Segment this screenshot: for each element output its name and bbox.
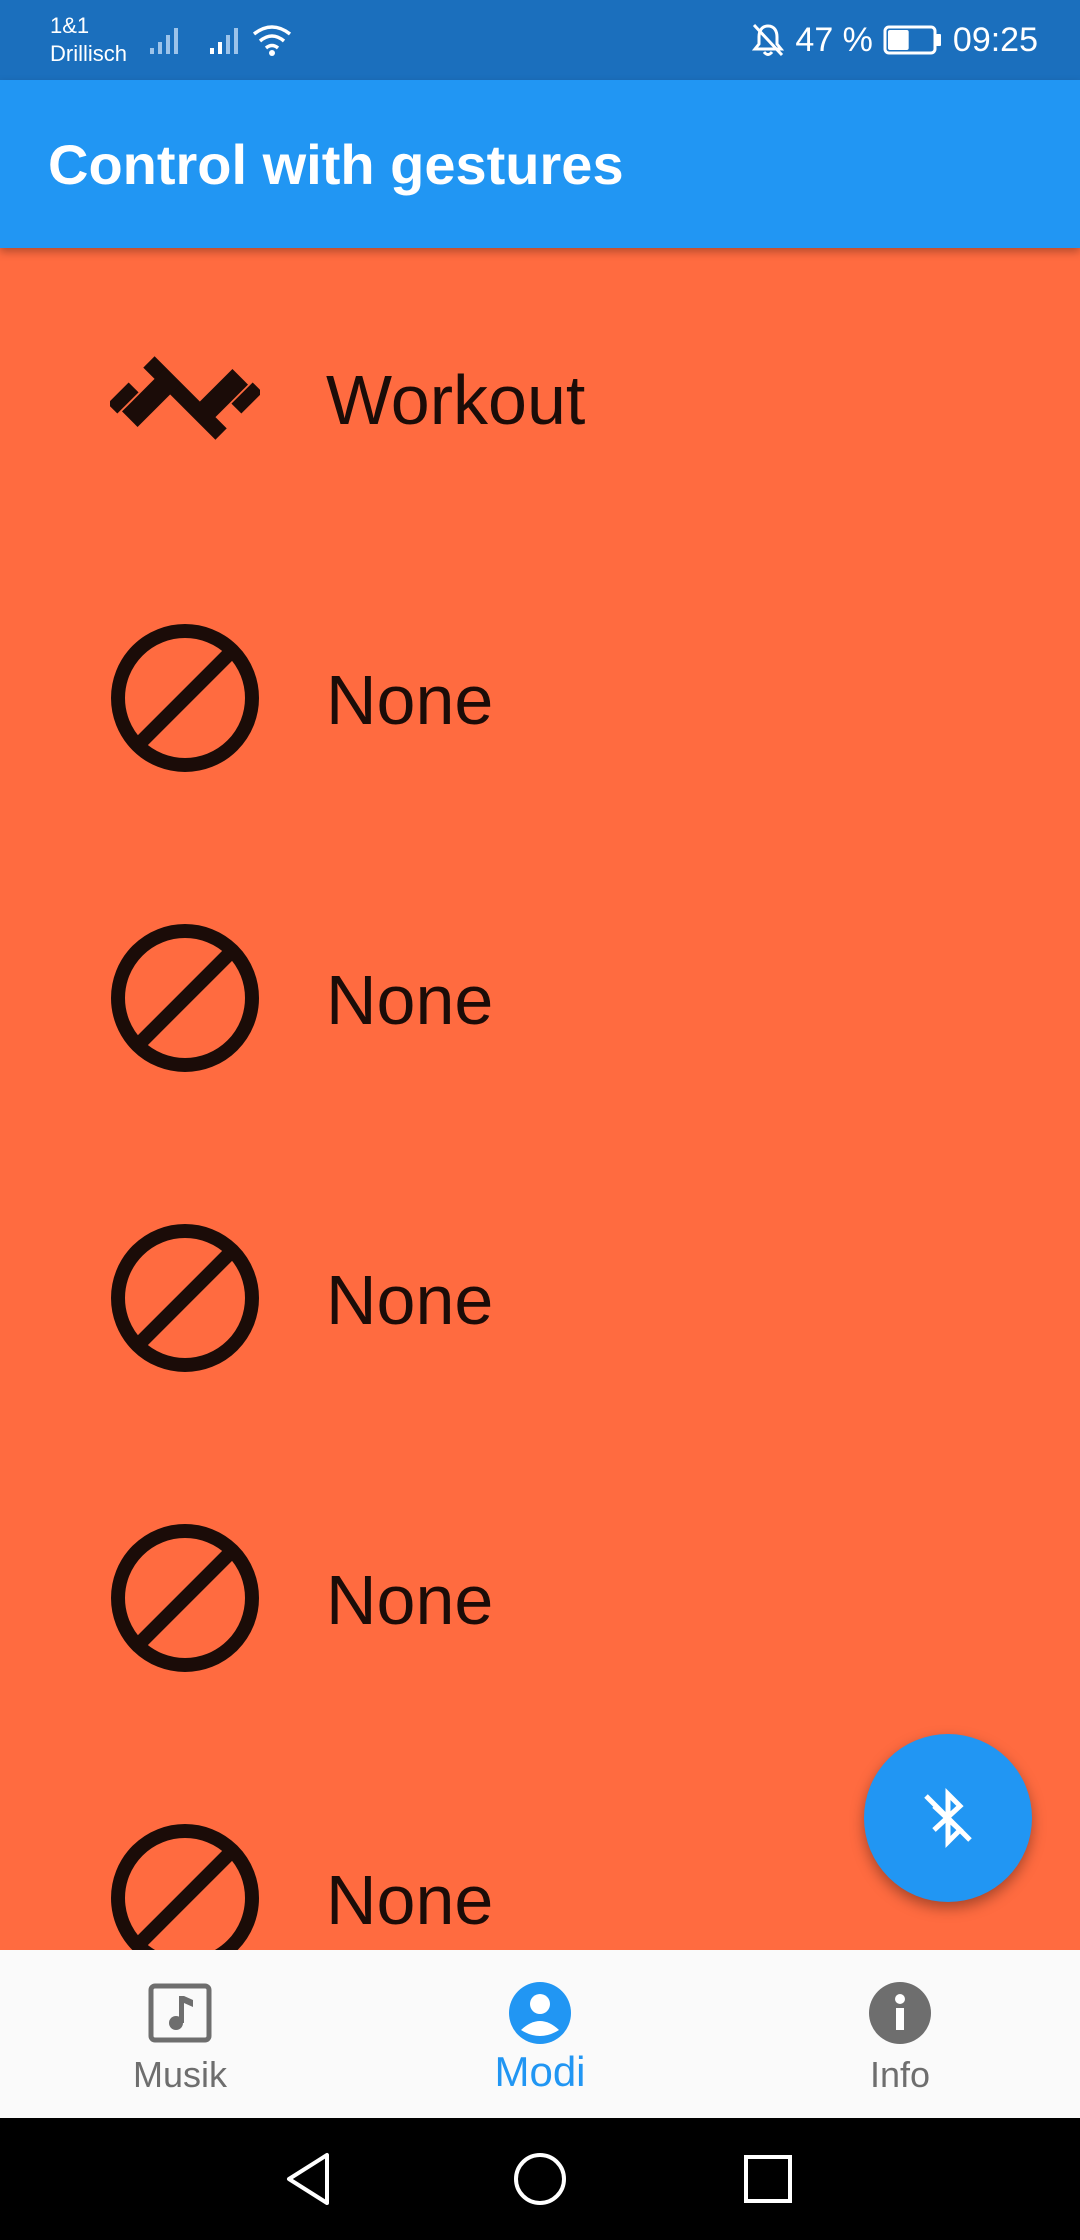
block-icon — [111, 924, 259, 1072]
recents-icon[interactable] — [736, 2147, 800, 2211]
mode-label: Workout — [326, 361, 586, 439]
mode-label: None — [326, 961, 494, 1039]
clock: 09:25 — [952, 20, 1038, 59]
nav-label: Info — [869, 2054, 931, 2095]
status-right: 47 % 09:25 — [751, 18, 1038, 62]
block-icon — [111, 1524, 259, 1672]
mode-label: None — [326, 661, 494, 739]
block-icon — [111, 624, 259, 772]
music-note-icon — [148, 1983, 212, 2043]
system-navigation-bar — [0, 2118, 1080, 2240]
battery-icon — [883, 25, 941, 55]
home-icon[interactable] — [508, 2147, 572, 2211]
mode-item-none[interactable]: None — [0, 1448, 1080, 1748]
account-circle-icon — [509, 1982, 571, 2044]
mode-list: Workout None None None None None — [0, 248, 1080, 1950]
bell-off-icon — [752, 23, 785, 57]
mode-item-workout[interactable]: Workout — [0, 248, 1080, 548]
block-icon — [111, 1224, 259, 1372]
mode-label: None — [326, 1261, 494, 1339]
battery-percent: 47 % — [795, 20, 873, 59]
status-bar: 1&1 Drillisch 47 % 09:25 — [0, 0, 1080, 80]
mode-item-none[interactable]: None — [0, 548, 1080, 848]
carrier-line-2: Drillisch — [50, 41, 127, 66]
battery-level-fill — [887, 30, 909, 50]
signal-icon — [210, 28, 238, 54]
carrier-line-1: 1&1 — [50, 13, 90, 38]
back-icon[interactable] — [277, 2147, 341, 2211]
nav-label: Modi — [494, 2048, 586, 2095]
mode-item-none[interactable]: None — [0, 1148, 1080, 1448]
signal-icon — [150, 28, 178, 54]
nav-item-musik[interactable]: Musik — [0, 1950, 360, 2118]
mode-label: None — [326, 1861, 494, 1939]
bluetooth-button[interactable] — [864, 1734, 1032, 1902]
dumbbell-icon — [110, 356, 260, 440]
info-icon — [869, 1982, 931, 2044]
app-bar: Control with gestures — [0, 80, 1080, 248]
mode-label: None — [326, 1561, 494, 1639]
wifi-icon — [252, 25, 292, 56]
nav-item-modi[interactable]: Modi — [360, 1950, 720, 2118]
nav-label: Musik — [132, 2054, 227, 2095]
page-title: Control with gestures — [48, 133, 624, 196]
carrier-name: 1&1 Drillisch — [50, 12, 127, 68]
block-icon — [111, 1824, 259, 1950]
mode-item-none[interactable]: None — [0, 848, 1080, 1148]
bottom-navigation: Musik Modi Info — [0, 1950, 1080, 2118]
bluetooth-disabled-icon — [924, 1787, 972, 1849]
nav-item-info[interactable]: Info — [720, 1950, 1080, 2118]
